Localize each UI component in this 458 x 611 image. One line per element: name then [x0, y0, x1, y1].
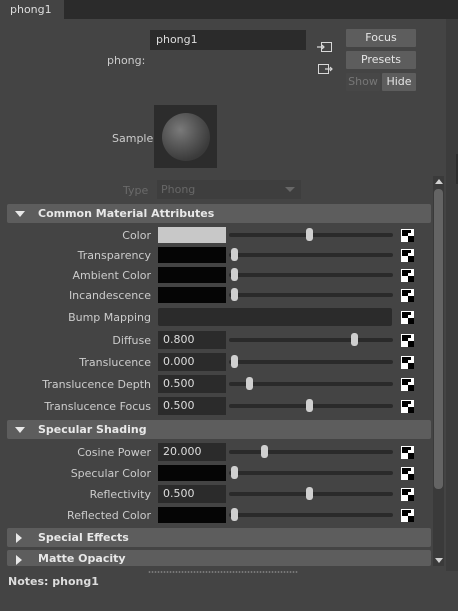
tab-bar: phong1: [0, 0, 458, 19]
translucence-slider-handle[interactable]: [231, 355, 238, 368]
color-slider-handle[interactable]: [306, 228, 313, 241]
incandescence-slider-track[interactable]: [229, 293, 393, 297]
transparency-swatch[interactable]: [158, 247, 226, 263]
vertical-scrollbar[interactable]: [433, 176, 444, 566]
transparency-slider-handle[interactable]: [231, 248, 238, 261]
ambient-color-slider-track[interactable]: [229, 273, 393, 277]
collapsed-triangle-icon: [16, 555, 22, 565]
expanded-triangle-icon: [15, 427, 25, 433]
diffuse-field[interactable]: 0.800: [158, 331, 226, 349]
ambient-color-slider-handle[interactable]: [231, 268, 238, 281]
section-special-effects[interactable]: Special Effects: [7, 528, 431, 547]
section-common-material-attributes[interactable]: Common Material Attributes: [7, 204, 431, 223]
output-connection-icon[interactable]: [317, 62, 333, 76]
section-matte-opacity[interactable]: Matte Opacity: [7, 550, 431, 566]
color-map-icon[interactable]: [401, 229, 414, 242]
panel-edge: [446, 19, 458, 571]
cosine-power-label: Cosine Power: [77, 446, 151, 459]
translucence-slider-track[interactable]: [229, 360, 393, 364]
node-name-field[interactable]: phong1: [150, 30, 306, 50]
reflectivity-slider-handle[interactable]: [306, 487, 313, 500]
translucence-focus-label: Translucence Focus: [44, 400, 151, 413]
incandescence-label: Incandescence: [68, 289, 151, 302]
specular-color-map-icon[interactable]: [401, 467, 414, 480]
translucence-depth-slider-handle[interactable]: [246, 377, 253, 390]
reflectivity-map-icon[interactable]: [401, 488, 414, 501]
scrollbar-thumb[interactable]: [434, 189, 443, 489]
translucence-field[interactable]: 0.000: [158, 353, 226, 371]
specular-color-slider-handle[interactable]: [231, 466, 238, 479]
translucence-depth-field[interactable]: 0.500: [158, 375, 226, 393]
translucence-depth-map-icon[interactable]: [401, 378, 414, 391]
reflected-color-slider-handle[interactable]: [231, 508, 238, 521]
translucence-label: Translucence: [79, 356, 151, 369]
section-title: Special Effects: [38, 531, 129, 544]
color-swatch[interactable]: [158, 227, 226, 243]
translucence-depth-slider-track[interactable]: [229, 382, 393, 386]
collapsed-triangle-icon: [16, 533, 22, 543]
show-button[interactable]: Show: [346, 73, 380, 91]
diffuse-label: Diffuse: [112, 334, 151, 347]
section-title: Specular Shading: [38, 423, 147, 436]
diffuse-slider-track[interactable]: [229, 338, 393, 342]
notes-bar: Notes: phong1: [0, 573, 458, 591]
reflectivity-field[interactable]: 0.500: [158, 485, 226, 503]
cosine-power-slider-handle[interactable]: [261, 445, 268, 458]
reflected-color-label: Reflected Color: [67, 509, 151, 522]
sample-label: Sample: [112, 132, 154, 145]
specular-color-slider-track[interactable]: [229, 471, 393, 475]
sample-sphere: [162, 113, 210, 161]
scroll-up-icon[interactable]: [435, 179, 443, 184]
reflected-color-swatch[interactable]: [158, 507, 226, 523]
translucence-depth-label: Translucence Depth: [42, 378, 151, 391]
tab-phong1[interactable]: phong1: [0, 0, 64, 19]
translucence-focus-slider-handle[interactable]: [306, 399, 313, 412]
diffuse-map-icon[interactable]: [401, 334, 414, 347]
notes-value: phong1: [52, 575, 99, 588]
type-dropdown-value: Phong: [161, 183, 196, 196]
reflected-color-map-icon[interactable]: [401, 509, 414, 522]
diffuse-slider-handle[interactable]: [351, 333, 358, 346]
transparency-map-icon[interactable]: [401, 249, 414, 262]
transparency-slider-track[interactable]: [229, 253, 393, 257]
incandescence-map-icon[interactable]: [401, 289, 414, 302]
type-label: Type: [123, 184, 149, 197]
hide-button[interactable]: Hide: [382, 73, 416, 91]
scroll-down-icon[interactable]: [435, 558, 443, 563]
specular-color-swatch[interactable]: [158, 465, 226, 481]
ambient-color-swatch[interactable]: [158, 267, 226, 283]
cosine-power-slider-track[interactable]: [229, 450, 393, 454]
incandescence-swatch[interactable]: [158, 287, 226, 303]
ambient-color-map-icon[interactable]: [401, 269, 414, 282]
bump-mapping-label: Bump Mapping: [68, 311, 151, 324]
translucence-focus-field[interactable]: 0.500: [158, 397, 226, 415]
node-name-label: phong:: [107, 54, 146, 67]
expanded-triangle-icon: [15, 211, 25, 217]
ambient-color-label: Ambient Color: [72, 269, 151, 282]
specular-color-label: Specular Color: [70, 467, 151, 480]
focus-button[interactable]: Focus: [346, 29, 416, 47]
notes-label: Notes:: [8, 575, 49, 588]
chevron-down-icon: [285, 187, 295, 192]
color-label: Color: [122, 229, 151, 242]
translucence-map-icon[interactable]: [401, 356, 414, 369]
notes-text-area[interactable]: [0, 591, 458, 611]
type-dropdown[interactable]: Phong: [157, 180, 301, 199]
material-sample-swatch: [154, 105, 217, 168]
translucence-focus-map-icon[interactable]: [401, 400, 414, 413]
reflected-color-slider-track[interactable]: [229, 513, 393, 517]
presets-button[interactable]: Presets: [346, 51, 416, 69]
incandescence-slider-handle[interactable]: [231, 288, 238, 301]
section-specular-shading[interactable]: Specular Shading: [7, 420, 431, 439]
bump-mapping-field[interactable]: [158, 308, 392, 326]
cosine-power-map-icon[interactable]: [401, 446, 414, 459]
cosine-power-field[interactable]: 20.000: [158, 443, 226, 461]
input-connection-icon[interactable]: [317, 40, 333, 54]
reflectivity-label: Reflectivity: [89, 488, 151, 501]
section-title: Matte Opacity: [38, 552, 126, 565]
bump-mapping-map-icon[interactable]: [401, 311, 414, 324]
section-title: Common Material Attributes: [38, 207, 215, 220]
transparency-label: Transparency: [77, 249, 151, 262]
